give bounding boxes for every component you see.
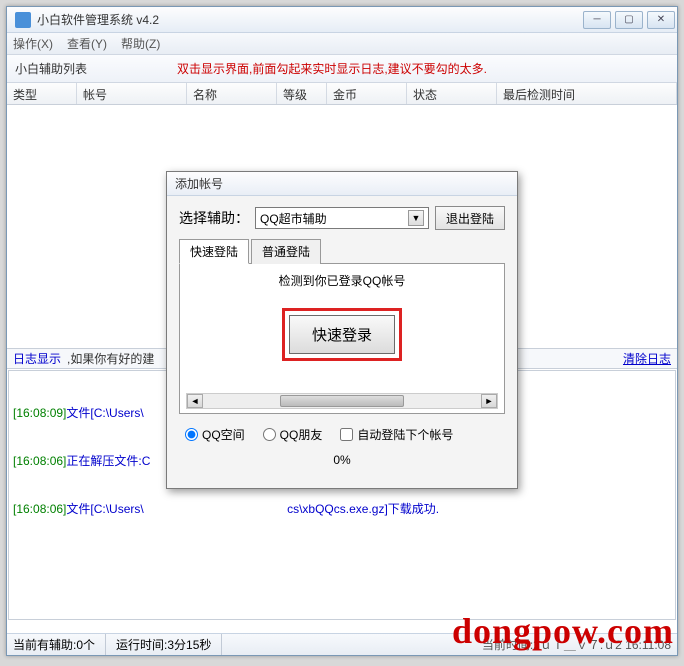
- dialog-body: 选择辅助： QQ超市辅助 ▼ 退出登陆 快速登陆 普通登陆 检测到你已登录QQ帐…: [167, 196, 517, 473]
- maximize-button[interactable]: ▢: [615, 11, 643, 29]
- check-autologin[interactable]: 自动登陆下个帐号: [340, 426, 453, 443]
- col-type[interactable]: 类型: [7, 83, 77, 104]
- minimize-button[interactable]: ─: [583, 11, 611, 29]
- status-runtime: 运行时间:3分15秒: [116, 634, 222, 655]
- log-label: 日志显示: [13, 350, 61, 367]
- menu-operate[interactable]: 操作(X): [13, 35, 53, 52]
- tab-normal-login[interactable]: 普通登陆: [251, 239, 321, 264]
- toolbar: 小白辅助列表 双击显示界面,前面勾起来实时显示日志,建议不要勾的太多.: [7, 55, 677, 83]
- check-autologin-input[interactable]: [340, 428, 353, 441]
- tab-quick-login[interactable]: 快速登陆: [179, 239, 249, 264]
- tab-panel-quick: 检测到你已登录QQ帐号 快速登录 ◄ ►: [179, 264, 505, 414]
- radio-qqfriend[interactable]: QQ朋友: [263, 426, 323, 443]
- log-line: [16:08:06]文件[C:\Users\ cs\xbQQcs.exe.gz]…: [13, 501, 671, 517]
- status-helpers: 当前有辅助:0个: [13, 634, 106, 655]
- radio-qqzone-input[interactable]: [185, 428, 198, 441]
- toolbar-label: 小白辅助列表: [15, 60, 87, 77]
- clear-log-link[interactable]: 清除日志: [623, 350, 671, 367]
- close-button[interactable]: ✕: [647, 11, 675, 29]
- statusbar: 当前有辅助:0个 运行时间:3分15秒 当前时间:2ｕｉ＿ｖ７.ｕ2 16:11…: [7, 633, 677, 655]
- scroll-thumb[interactable]: [280, 395, 404, 407]
- col-status[interactable]: 状态: [407, 83, 497, 104]
- login-tabs: 快速登陆 普通登陆: [179, 238, 505, 264]
- toolbar-tip: 双击显示界面,前面勾起来实时显示日志,建议不要勾的太多.: [177, 60, 487, 77]
- app-icon: [15, 12, 31, 28]
- horizontal-scrollbar[interactable]: ◄ ►: [186, 393, 498, 409]
- log-tip: ,如果你有好的建: [67, 350, 154, 367]
- exit-login-button[interactable]: 退出登陆: [435, 206, 505, 230]
- menu-view[interactable]: 查看(Y): [67, 35, 107, 52]
- chevron-down-icon[interactable]: ▼: [408, 210, 424, 226]
- menubar: 操作(X) 查看(Y) 帮助(Z): [7, 33, 677, 55]
- detect-text: 检测到你已登录QQ帐号: [186, 272, 498, 289]
- col-name[interactable]: 名称: [187, 83, 277, 104]
- radio-qqzone[interactable]: QQ空间: [185, 426, 245, 443]
- titlebar: 小白软件管理系统 v4.2 ─ ▢ ✕: [7, 7, 677, 33]
- scroll-right-icon[interactable]: ►: [481, 394, 497, 408]
- progress-percent: 0%: [179, 453, 505, 467]
- scroll-left-icon[interactable]: ◄: [187, 394, 203, 408]
- options-row: QQ空间 QQ朋友 自动登陆下个帐号: [179, 426, 505, 443]
- combobox-value: QQ超市辅助: [260, 210, 327, 227]
- radio-qqfriend-input[interactable]: [263, 428, 276, 441]
- menu-help[interactable]: 帮助(Z): [121, 35, 160, 52]
- helper-combobox[interactable]: QQ超市辅助 ▼: [255, 207, 429, 229]
- col-lastcheck[interactable]: 最后检测时间: [497, 83, 677, 104]
- status-time: 当前时间:2ｕｉ＿ｖ７.ｕ2 16:11:08: [482, 636, 671, 653]
- select-helper-label: 选择辅助：: [179, 208, 249, 228]
- col-level[interactable]: 等级: [277, 83, 327, 104]
- select-row: 选择辅助： QQ超市辅助 ▼ 退出登陆: [179, 206, 505, 230]
- window-title: 小白软件管理系统 v4.2: [37, 11, 581, 28]
- add-account-dialog: 添加帐号 选择辅助： QQ超市辅助 ▼ 退出登陆 快速登陆 普通登陆 检测到你已…: [166, 171, 518, 489]
- col-coin[interactable]: 金币: [327, 83, 407, 104]
- quick-login-button[interactable]: 快速登录: [289, 315, 395, 354]
- dialog-title: 添加帐号: [167, 172, 517, 196]
- window-controls: ─ ▢ ✕: [581, 11, 677, 29]
- col-account[interactable]: 帐号: [77, 83, 187, 104]
- table-header: 类型 帐号 名称 等级 金币 状态 最后检测时间: [7, 83, 677, 105]
